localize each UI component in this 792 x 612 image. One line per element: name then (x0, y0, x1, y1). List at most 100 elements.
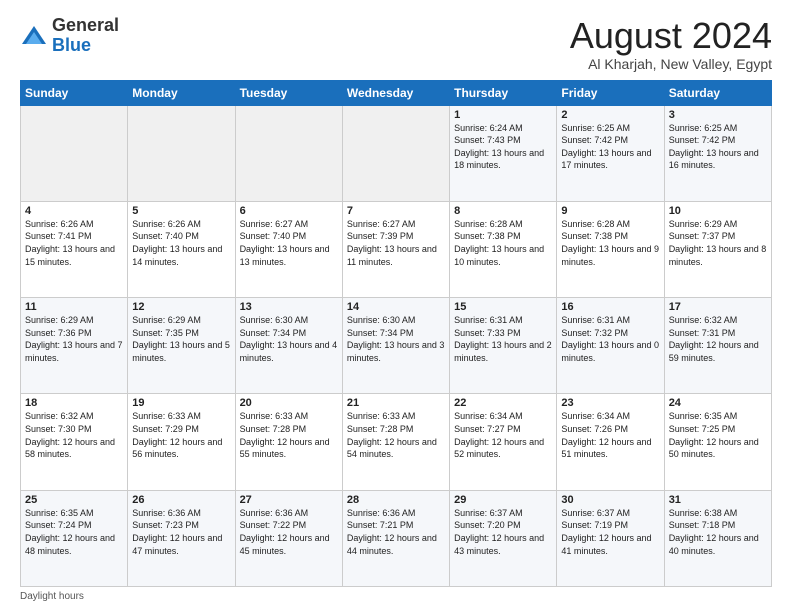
cell-1-3: 7Sunrise: 6:27 AM Sunset: 7:39 PM Daylig… (342, 201, 449, 297)
day-number: 20 (240, 397, 338, 409)
cell-info: Sunrise: 6:35 AM Sunset: 7:24 PM Dayligh… (25, 507, 123, 557)
cell-4-4: 29Sunrise: 6:37 AM Sunset: 7:20 PM Dayli… (450, 490, 557, 586)
cell-2-2: 13Sunrise: 6:30 AM Sunset: 7:34 PM Dayli… (235, 298, 342, 394)
cell-info: Sunrise: 6:33 AM Sunset: 7:29 PM Dayligh… (132, 410, 230, 460)
header-friday: Friday (557, 80, 664, 105)
cell-0-0 (21, 105, 128, 201)
day-number: 18 (25, 397, 123, 409)
cell-info: Sunrise: 6:26 AM Sunset: 7:41 PM Dayligh… (25, 218, 123, 268)
day-number: 2 (561, 109, 659, 121)
cell-3-4: 22Sunrise: 6:34 AM Sunset: 7:27 PM Dayli… (450, 394, 557, 490)
week-row-3: 18Sunrise: 6:32 AM Sunset: 7:30 PM Dayli… (21, 394, 772, 490)
day-number: 22 (454, 397, 552, 409)
cell-4-1: 26Sunrise: 6:36 AM Sunset: 7:23 PM Dayli… (128, 490, 235, 586)
cell-info: Sunrise: 6:27 AM Sunset: 7:39 PM Dayligh… (347, 218, 445, 268)
cell-4-3: 28Sunrise: 6:36 AM Sunset: 7:21 PM Dayli… (342, 490, 449, 586)
cell-1-5: 9Sunrise: 6:28 AM Sunset: 7:38 PM Daylig… (557, 201, 664, 297)
cell-3-3: 21Sunrise: 6:33 AM Sunset: 7:28 PM Dayli… (342, 394, 449, 490)
day-number: 31 (669, 494, 767, 506)
day-number: 8 (454, 205, 552, 217)
cell-info: Sunrise: 6:29 AM Sunset: 7:35 PM Dayligh… (132, 314, 230, 364)
week-row-1: 4Sunrise: 6:26 AM Sunset: 7:41 PM Daylig… (21, 201, 772, 297)
day-number: 14 (347, 301, 445, 313)
cell-info: Sunrise: 6:37 AM Sunset: 7:20 PM Dayligh… (454, 507, 552, 557)
day-number: 6 (240, 205, 338, 217)
cell-info: Sunrise: 6:33 AM Sunset: 7:28 PM Dayligh… (240, 410, 338, 460)
cell-info: Sunrise: 6:38 AM Sunset: 7:18 PM Dayligh… (669, 507, 767, 557)
day-number: 7 (347, 205, 445, 217)
cell-info: Sunrise: 6:34 AM Sunset: 7:27 PM Dayligh… (454, 410, 552, 460)
day-number: 23 (561, 397, 659, 409)
cell-1-1: 5Sunrise: 6:26 AM Sunset: 7:40 PM Daylig… (128, 201, 235, 297)
cell-0-6: 3Sunrise: 6:25 AM Sunset: 7:42 PM Daylig… (664, 105, 771, 201)
day-number: 4 (25, 205, 123, 217)
cell-info: Sunrise: 6:32 AM Sunset: 7:30 PM Dayligh… (25, 410, 123, 460)
day-number: 21 (347, 397, 445, 409)
day-number: 13 (240, 301, 338, 313)
cell-3-0: 18Sunrise: 6:32 AM Sunset: 7:30 PM Dayli… (21, 394, 128, 490)
day-number: 15 (454, 301, 552, 313)
cell-1-4: 8Sunrise: 6:28 AM Sunset: 7:38 PM Daylig… (450, 201, 557, 297)
cell-info: Sunrise: 6:25 AM Sunset: 7:42 PM Dayligh… (561, 122, 659, 172)
day-number: 24 (669, 397, 767, 409)
cell-2-5: 16Sunrise: 6:31 AM Sunset: 7:32 PM Dayli… (557, 298, 664, 394)
cell-info: Sunrise: 6:31 AM Sunset: 7:32 PM Dayligh… (561, 314, 659, 364)
cell-2-0: 11Sunrise: 6:29 AM Sunset: 7:36 PM Dayli… (21, 298, 128, 394)
day-number: 5 (132, 205, 230, 217)
calendar-subtitle: Al Kharjah, New Valley, Egypt (570, 56, 772, 72)
day-number: 11 (25, 301, 123, 313)
cell-info: Sunrise: 6:26 AM Sunset: 7:40 PM Dayligh… (132, 218, 230, 268)
day-number: 27 (240, 494, 338, 506)
cell-4-6: 31Sunrise: 6:38 AM Sunset: 7:18 PM Dayli… (664, 490, 771, 586)
day-number: 17 (669, 301, 767, 313)
cell-info: Sunrise: 6:25 AM Sunset: 7:42 PM Dayligh… (669, 122, 767, 172)
cell-info: Sunrise: 6:36 AM Sunset: 7:22 PM Dayligh… (240, 507, 338, 557)
cell-4-2: 27Sunrise: 6:36 AM Sunset: 7:22 PM Dayli… (235, 490, 342, 586)
header-wednesday: Wednesday (342, 80, 449, 105)
cell-4-0: 25Sunrise: 6:35 AM Sunset: 7:24 PM Dayli… (21, 490, 128, 586)
cell-info: Sunrise: 6:28 AM Sunset: 7:38 PM Dayligh… (454, 218, 552, 268)
calendar-title: August 2024 (570, 16, 772, 56)
day-number: 26 (132, 494, 230, 506)
day-number: 16 (561, 301, 659, 313)
cell-info: Sunrise: 6:31 AM Sunset: 7:33 PM Dayligh… (454, 314, 552, 364)
week-row-2: 11Sunrise: 6:29 AM Sunset: 7:36 PM Dayli… (21, 298, 772, 394)
cell-3-6: 24Sunrise: 6:35 AM Sunset: 7:25 PM Dayli… (664, 394, 771, 490)
day-number: 29 (454, 494, 552, 506)
day-number: 12 (132, 301, 230, 313)
cell-0-1 (128, 105, 235, 201)
day-number: 9 (561, 205, 659, 217)
cell-info: Sunrise: 6:33 AM Sunset: 7:28 PM Dayligh… (347, 410, 445, 460)
week-row-4: 25Sunrise: 6:35 AM Sunset: 7:24 PM Dayli… (21, 490, 772, 586)
logo-text: General Blue (52, 16, 119, 56)
header-saturday: Saturday (664, 80, 771, 105)
logo: General Blue (20, 16, 119, 56)
cell-3-2: 20Sunrise: 6:33 AM Sunset: 7:28 PM Dayli… (235, 394, 342, 490)
cell-2-3: 14Sunrise: 6:30 AM Sunset: 7:34 PM Dayli… (342, 298, 449, 394)
cell-4-5: 30Sunrise: 6:37 AM Sunset: 7:19 PM Dayli… (557, 490, 664, 586)
cell-info: Sunrise: 6:36 AM Sunset: 7:21 PM Dayligh… (347, 507, 445, 557)
cell-info: Sunrise: 6:29 AM Sunset: 7:36 PM Dayligh… (25, 314, 123, 364)
cell-0-3 (342, 105, 449, 201)
cell-1-6: 10Sunrise: 6:29 AM Sunset: 7:37 PM Dayli… (664, 201, 771, 297)
cell-info: Sunrise: 6:29 AM Sunset: 7:37 PM Dayligh… (669, 218, 767, 268)
day-number: 10 (669, 205, 767, 217)
cell-3-5: 23Sunrise: 6:34 AM Sunset: 7:26 PM Dayli… (557, 394, 664, 490)
day-number: 25 (25, 494, 123, 506)
cell-info: Sunrise: 6:24 AM Sunset: 7:43 PM Dayligh… (454, 122, 552, 172)
day-number: 1 (454, 109, 552, 121)
cell-info: Sunrise: 6:37 AM Sunset: 7:19 PM Dayligh… (561, 507, 659, 557)
day-number: 19 (132, 397, 230, 409)
header-monday: Monday (128, 80, 235, 105)
cell-info: Sunrise: 6:35 AM Sunset: 7:25 PM Dayligh… (669, 410, 767, 460)
cell-info: Sunrise: 6:32 AM Sunset: 7:31 PM Dayligh… (669, 314, 767, 364)
cell-3-1: 19Sunrise: 6:33 AM Sunset: 7:29 PM Dayli… (128, 394, 235, 490)
cell-0-2 (235, 105, 342, 201)
page: General Blue August 2024 Al Kharjah, New… (0, 0, 792, 612)
cell-info: Sunrise: 6:34 AM Sunset: 7:26 PM Dayligh… (561, 410, 659, 460)
logo-icon (20, 22, 48, 50)
footer-note: Daylight hours (20, 591, 772, 602)
header: General Blue August 2024 Al Kharjah, New… (20, 16, 772, 72)
week-row-0: 1Sunrise: 6:24 AM Sunset: 7:43 PM Daylig… (21, 105, 772, 201)
cell-2-4: 15Sunrise: 6:31 AM Sunset: 7:33 PM Dayli… (450, 298, 557, 394)
